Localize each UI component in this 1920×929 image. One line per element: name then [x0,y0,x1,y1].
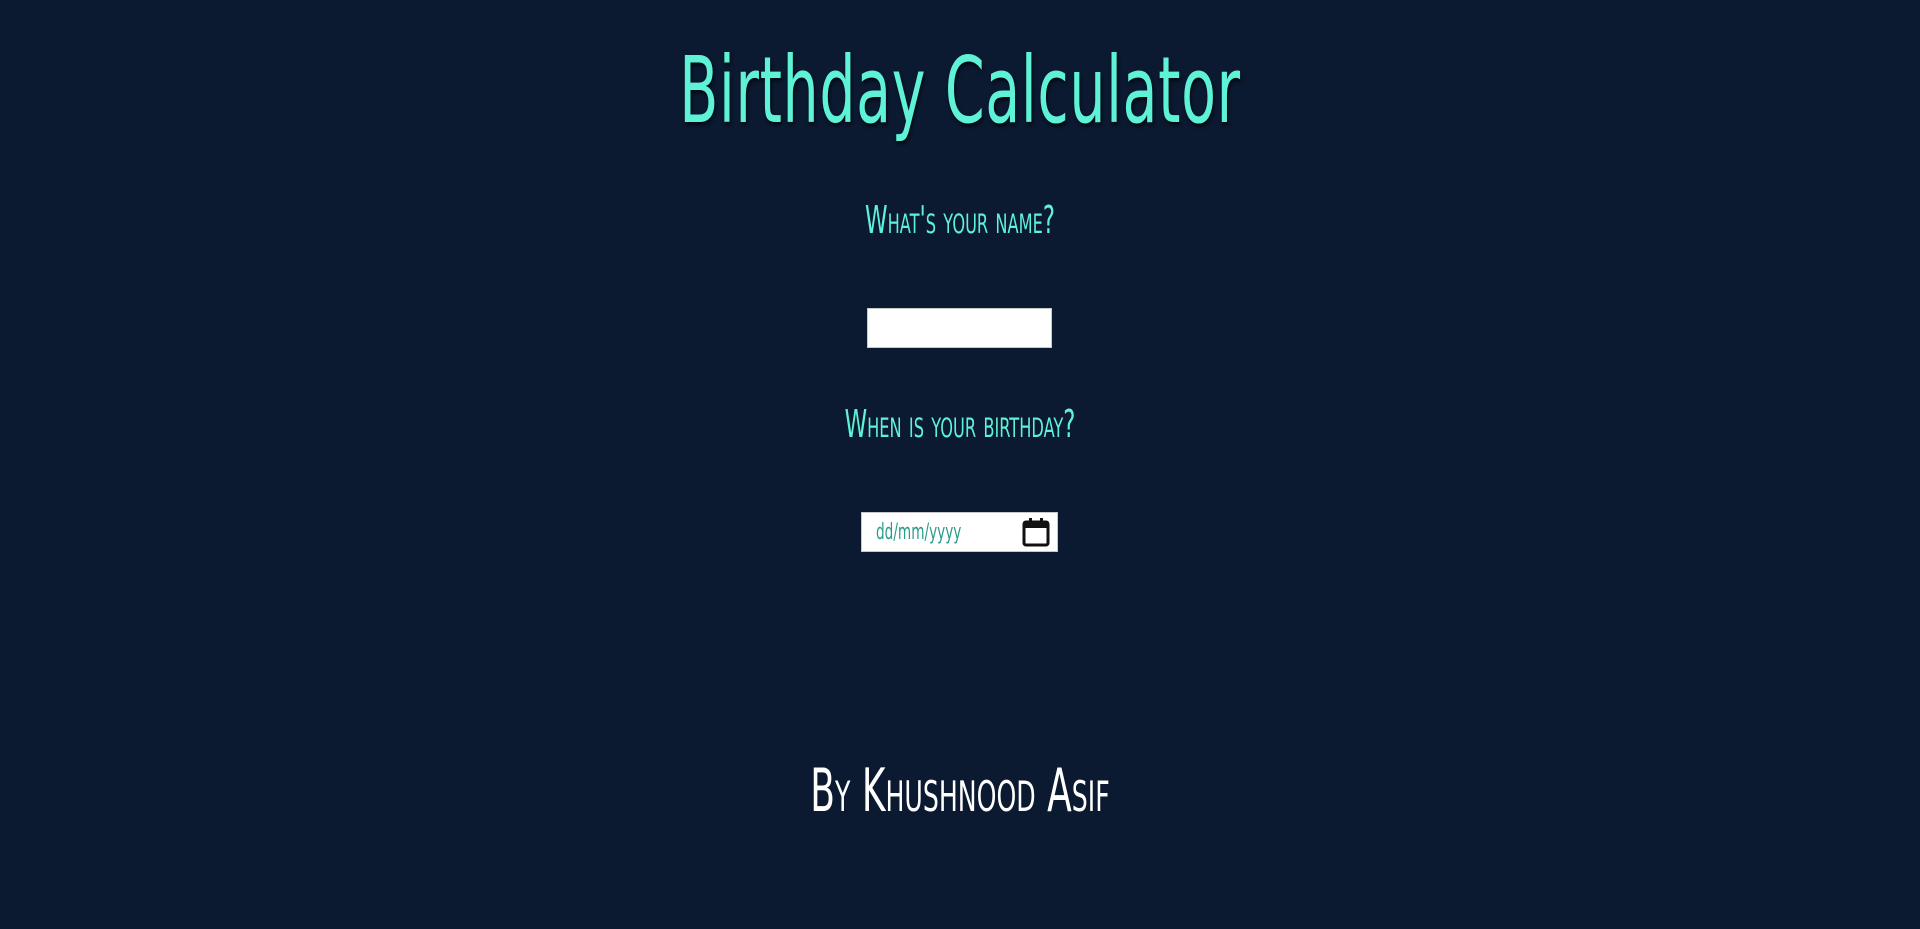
calendar-icon[interactable] [1021,516,1051,548]
page: Birthday Calculator What's your name? Wh… [0,0,1920,929]
birthday-label: When is your birthday? [844,402,1076,446]
date-placeholder: dd/mm/yyyy [876,519,962,545]
name-label: What's your name? [865,198,1055,242]
page-title: Birthday Calculator [679,37,1241,144]
author-credit: By Khushnood Asif [810,756,1110,826]
birthday-date-input[interactable]: dd/mm/yyyy [861,512,1058,552]
name-input[interactable] [867,308,1052,348]
